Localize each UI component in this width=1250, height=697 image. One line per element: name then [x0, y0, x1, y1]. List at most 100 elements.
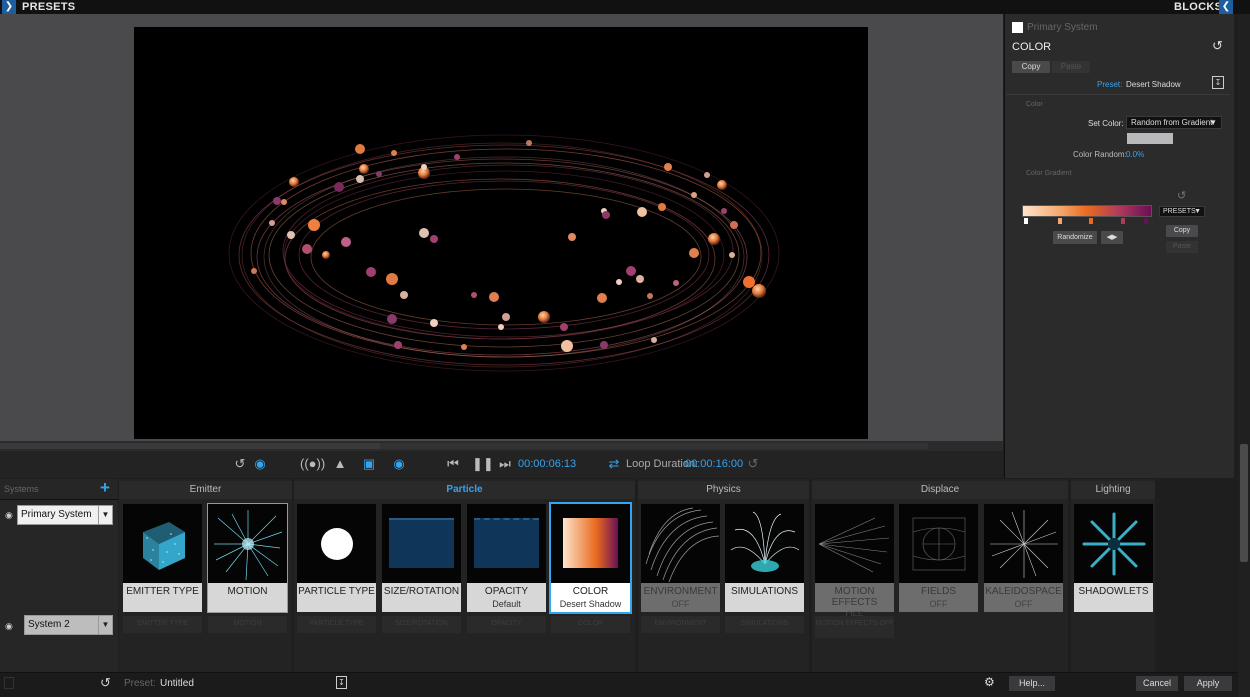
block-subtitle: Desert Shadow: [559, 599, 622, 609]
simulations-block[interactable]: SIMULATIONS: [725, 504, 804, 612]
gradient-stop[interactable]: [1121, 218, 1125, 224]
block-title: MOTION: [227, 586, 268, 597]
eye-icon[interactable]: ◉: [5, 510, 13, 521]
copy-button[interactable]: Copy: [1012, 61, 1050, 73]
particle-type-block[interactable]: PARTICLE TYPE: [297, 504, 376, 612]
system-name: System 2: [28, 619, 70, 630]
save-preset-icon[interactable]: ↧: [336, 676, 347, 689]
preset-value[interactable]: Desert Shadow: [1126, 79, 1181, 91]
ghost-block[interactable]: SIMULATIONS: [725, 616, 804, 633]
ghost-block[interactable]: EMITTER TYPE: [123, 616, 202, 633]
gradient-copy-button[interactable]: Copy: [1166, 225, 1198, 237]
bottom-preset-value[interactable]: Untitled: [160, 678, 194, 690]
grid-icon[interactable]: ▲: [331, 456, 349, 472]
block-subtitle: Default: [492, 599, 521, 609]
ghost-block[interactable]: OPACITY: [467, 616, 546, 633]
motion-effects-block[interactable]: MOTION EFFECTS OFF: [815, 504, 894, 620]
presets-label[interactable]: PRESETS: [22, 0, 75, 14]
motion-thumbnail: [208, 504, 287, 583]
trash-icon[interactable]: [4, 677, 14, 689]
gear-icon[interactable]: ⚙: [984, 675, 995, 689]
flip-gradient-icon[interactable]: ◀▶: [1101, 231, 1123, 244]
gradient-paste-button[interactable]: Paste: [1166, 241, 1198, 253]
scrollbar-track[interactable]: [1238, 14, 1250, 697]
displace-header: Displace: [812, 481, 1068, 499]
motion-blur-icon[interactable]: ((●)): [300, 456, 325, 472]
blocks-label[interactable]: BLOCKS: [1174, 0, 1222, 14]
eye-icon[interactable]: ◉: [5, 621, 13, 632]
save-preset-icon[interactable]: ↧: [1212, 76, 1224, 89]
gradient-preview: [563, 518, 618, 568]
camera-icon[interactable]: ◉: [250, 456, 270, 472]
emitter-header: Emitter: [119, 481, 292, 499]
color-random-label: Color Random:: [1073, 150, 1127, 159]
system-selector[interactable]: Primary System ▼: [17, 505, 113, 525]
kaleidospace-block[interactable]: KALEIDOSPACE OFF: [984, 504, 1063, 612]
color-swatch[interactable]: [1127, 133, 1173, 144]
system-checkbox[interactable]: [1012, 22, 1023, 33]
color-random-value[interactable]: 0.0%: [1126, 149, 1144, 161]
environment-label: ENVIRONMENT OFF: [641, 583, 720, 612]
ghost-block[interactable]: SIZE/ROTATION: [382, 616, 461, 633]
ghost-block[interactable]: MOTION: [208, 616, 287, 633]
add-system-icon[interactable]: +: [100, 478, 110, 498]
gradient-stop[interactable]: [1144, 218, 1148, 224]
cancel-button[interactable]: Cancel: [1136, 676, 1178, 691]
color-group-label: Color: [1026, 101, 1043, 108]
loop-icon[interactable]: ⇄: [606, 456, 622, 472]
chevron-down-icon: ▼: [1194, 208, 1201, 215]
safe-area-icon[interactable]: ▣: [362, 456, 376, 472]
apply-button[interactable]: Apply: [1184, 676, 1232, 691]
blocks-toggle-button[interactable]: ❮: [1219, 0, 1233, 14]
ghost-block[interactable]: MOTION EFFECTS OFF: [815, 616, 894, 638]
presets-toggle-button[interactable]: ❯: [2, 0, 16, 14]
size-rotation-block[interactable]: SIZE/ROTATION: [382, 504, 461, 612]
block-subtitle: OFF: [929, 599, 948, 609]
emitter-type-block[interactable]: EMITTER TYPE: [123, 504, 202, 612]
gradient-stop[interactable]: [1089, 218, 1093, 224]
chevron-down-icon: ▼: [1209, 118, 1217, 127]
reset-duration-icon[interactable]: ↺: [746, 456, 760, 472]
gradient-stop[interactable]: [1058, 218, 1062, 224]
timeline-remaining[interactable]: [380, 443, 928, 449]
system-selector[interactable]: System 2 ▼: [24, 615, 113, 635]
pause-icon[interactable]: ❚❚: [472, 456, 494, 472]
paste-button[interactable]: Paste: [1052, 61, 1090, 73]
gradient-stop[interactable]: [1024, 218, 1028, 224]
skip-forward-icon[interactable]: ⏭: [498, 456, 512, 472]
ghost-block[interactable]: COLOR: [551, 616, 630, 633]
shadowlets-block[interactable]: SHADOWLETS: [1074, 504, 1153, 612]
timeline-progress[interactable]: [0, 443, 380, 449]
gradient-presets-dropdown[interactable]: PRESETS ▼: [1159, 206, 1205, 217]
loop-duration-value[interactable]: 00:00:16:00: [685, 456, 743, 472]
reset-view-icon[interactable]: ↺: [233, 456, 247, 472]
reset-icon[interactable]: ↺: [100, 675, 111, 691]
ghost-block[interactable]: PARTICLE TYPE: [297, 616, 376, 633]
gradient-bar[interactable]: [1022, 205, 1152, 217]
motion-effects-label: MOTION EFFECTS OFF: [815, 583, 894, 620]
fields-label: FIELDS OFF: [899, 583, 978, 612]
size-rotation-label: SIZE/ROTATION: [382, 583, 461, 612]
motion-block[interactable]: MOTION: [207, 503, 288, 613]
panel-system-name: Primary System: [1027, 22, 1098, 33]
skip-back-icon[interactable]: ⏮: [446, 456, 460, 472]
randomize-button[interactable]: Randomize: [1053, 231, 1097, 244]
panel-divider: [1006, 94, 1230, 95]
scrollbar-thumb[interactable]: [1240, 444, 1248, 562]
color-block[interactable]: COLOR Desert Shadow: [549, 502, 632, 614]
ghost-block[interactable]: ENVIRONMENT: [641, 616, 720, 633]
block-title: SIMULATIONS: [730, 586, 799, 597]
opacity-label: OPACITY Default: [467, 583, 546, 612]
panel-reset-icon[interactable]: ↺: [1212, 38, 1223, 54]
eye-icon[interactable]: ◉: [390, 456, 408, 472]
curve-preview: [474, 518, 539, 568]
chevron-down-icon[interactable]: ▼: [98, 616, 112, 634]
environment-block[interactable]: ENVIRONMENT OFF: [641, 504, 720, 612]
gradient-reset-icon[interactable]: ↺: [1177, 189, 1186, 202]
set-color-dropdown[interactable]: Random from Gradient ▼: [1126, 116, 1222, 129]
help-button[interactable]: Help...: [1009, 676, 1055, 691]
fields-block[interactable]: FIELDS OFF: [899, 504, 978, 612]
simulations-label: SIMULATIONS: [725, 583, 804, 612]
chevron-down-icon[interactable]: ▼: [98, 506, 112, 524]
opacity-block[interactable]: OPACITY Default: [467, 504, 546, 612]
